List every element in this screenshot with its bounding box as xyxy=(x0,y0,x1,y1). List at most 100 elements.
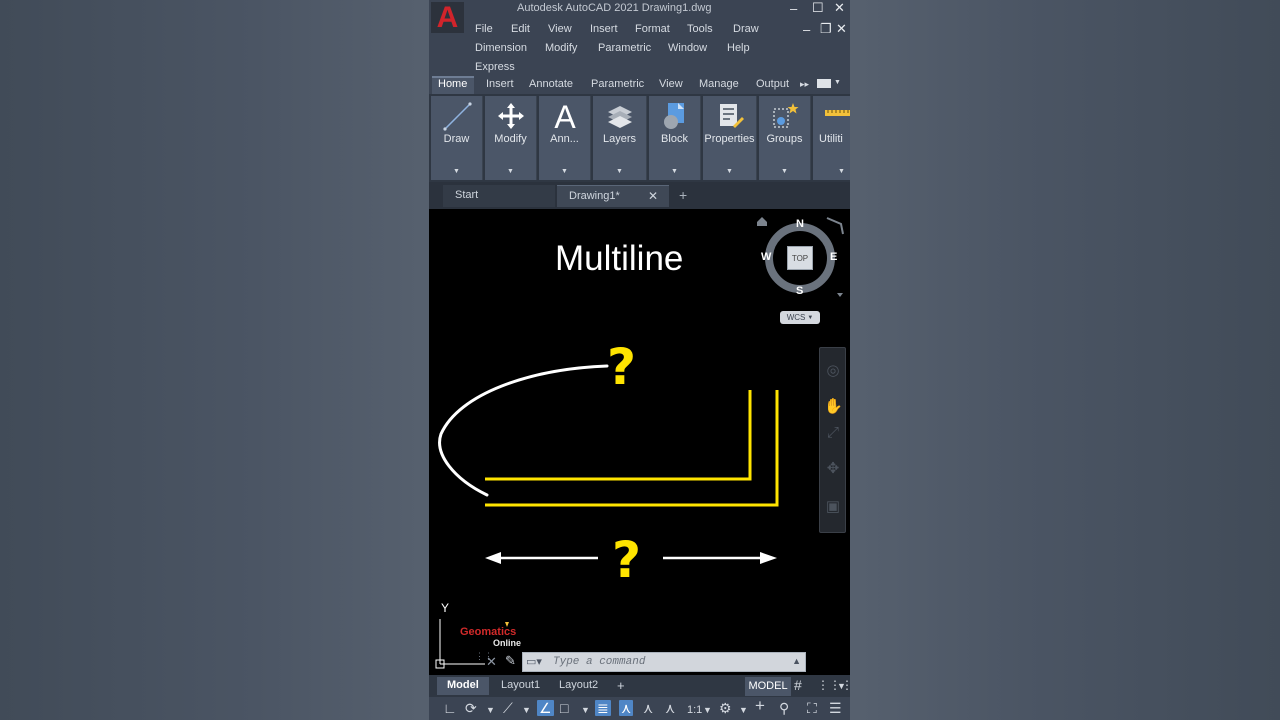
doc-close-button[interactable]: ✕ xyxy=(836,22,847,35)
autocad-logo-button[interactable]: A xyxy=(431,1,464,34)
ribbon-tab-manage[interactable]: Manage xyxy=(699,78,739,90)
menu-file[interactable]: File xyxy=(475,23,493,35)
lineweight-icon[interactable]: ≣ xyxy=(595,700,611,716)
chevron-down-icon[interactable]: ▼ xyxy=(522,702,531,718)
drawing-canvas[interactable]: Multiline ? ? N S E W TOP WCS ▼ ◎ ✋ ⤢ ✥ … xyxy=(429,209,850,675)
ribbon-panel-annotation[interactable]: A Ann... ▼ xyxy=(539,96,591,180)
zoom-extents-icon[interactable]: ⤢ xyxy=(824,424,842,442)
doc-tab-drawing1[interactable]: Drawing1* ✕ xyxy=(557,185,669,207)
command-input[interactable] xyxy=(553,654,793,670)
menu-edit[interactable]: Edit xyxy=(511,23,530,35)
minimize-button[interactable]: – xyxy=(790,2,797,15)
chevron-down-icon[interactable]: ▼ xyxy=(739,702,748,718)
ribbon-tab-home[interactable]: Home xyxy=(438,78,467,90)
compass-north[interactable]: N xyxy=(796,218,804,230)
orbit-icon[interactable]: ✥ xyxy=(824,460,842,478)
model-space-button[interactable]: MODEL xyxy=(745,677,791,696)
command-box: ▭▾ ▲ xyxy=(522,652,806,672)
menu-draw[interactable]: Draw xyxy=(733,23,759,35)
new-tab-button[interactable]: + xyxy=(679,188,687,202)
ribbon-tab-view[interactable]: View xyxy=(659,78,683,90)
wcs-menu-button[interactable]: WCS ▼ xyxy=(780,311,820,324)
viewcube-top-face[interactable]: TOP xyxy=(787,246,813,270)
chevron-down-icon[interactable]: ▼ xyxy=(837,678,846,694)
ribbon-overflow-icon[interactable]: ▸▸ xyxy=(800,79,809,90)
maximize-button[interactable]: ☐ xyxy=(812,1,824,14)
layout-tab-layout2[interactable]: Layout2 xyxy=(549,677,608,695)
status-bar: ∟ ⟳ ▼ ⟋ ▼ ∠ □ ▼ ≣ ⋏ ⋏ ⋏ 1:1 ▼ ⚙ ▼ + ⚲ ⛶ … xyxy=(429,697,850,720)
chevron-down-icon[interactable]: ▼ xyxy=(485,168,536,175)
menu-window[interactable]: Window xyxy=(668,42,707,54)
document-tab-bar: Start Drawing1* ✕ + xyxy=(429,182,850,209)
menu-dimension[interactable]: Dimension xyxy=(475,42,527,54)
chevron-down-icon[interactable]: ▼ xyxy=(759,168,810,175)
ribbon-display-toggle-icon[interactable] xyxy=(817,79,831,88)
polar-tracking-icon[interactable]: ⟳ xyxy=(465,700,477,716)
close-icon[interactable]: ✕ xyxy=(486,654,497,670)
close-button[interactable]: ✕ xyxy=(834,1,845,14)
chevron-down-icon[interactable]: ▼ xyxy=(431,168,482,175)
ribbon-panel-utilities[interactable]: Utiliti ▼ xyxy=(813,96,850,180)
menu-modify[interactable]: Modify xyxy=(545,42,577,54)
ribbon-panel-label: Properties xyxy=(704,133,755,145)
ribbon-panel-modify[interactable]: Modify ▼ xyxy=(485,96,537,180)
ortho-icon[interactable]: ∟ xyxy=(443,700,457,716)
chevron-down-icon[interactable]: ▼ xyxy=(581,702,590,718)
menu-parametric[interactable]: Parametric xyxy=(598,42,651,54)
menu-express[interactable]: Express xyxy=(475,61,515,73)
isodraft-icon[interactable]: ⟋ xyxy=(503,700,513,716)
menu-tools[interactable]: Tools xyxy=(687,23,713,35)
grid-icon[interactable]: # xyxy=(794,677,802,693)
menu-format[interactable]: Format xyxy=(635,23,670,35)
isolate-objects-icon[interactable]: ⚲ xyxy=(779,700,789,716)
ribbon-tab-insert[interactable]: Insert xyxy=(486,78,514,90)
doc-minimize-button[interactable]: – xyxy=(803,23,810,36)
close-icon[interactable]: ✕ xyxy=(648,189,658,203)
chevron-down-icon[interactable]: ▼ xyxy=(593,168,646,175)
auto-scale-icon[interactable]: ⋏ xyxy=(643,700,653,716)
compass-west[interactable]: W xyxy=(761,251,771,263)
chevron-down-icon[interactable]: ▼ xyxy=(703,702,712,718)
ribbon-panel-layers[interactable]: Layers ▼ xyxy=(593,96,647,180)
annotation-scale-value[interactable]: 1:1 xyxy=(687,702,702,718)
ribbon-tab-annotate[interactable]: Annotate xyxy=(529,78,573,90)
chevron-down-icon[interactable]: ▼ xyxy=(539,168,590,175)
showmotion-icon[interactable]: ▣ xyxy=(824,498,842,516)
chevron-down-icon[interactable]: ▼ xyxy=(486,702,495,718)
add-layout-button[interactable]: + xyxy=(607,676,635,694)
chevron-down-icon[interactable]: ▼ xyxy=(649,168,700,175)
steering-wheel-icon[interactable]: ◎ xyxy=(824,362,842,380)
ribbon-panel-block[interactable]: Block ▼ xyxy=(649,96,701,180)
pan-icon[interactable]: ✋ xyxy=(824,398,843,416)
ribbon-panel-draw[interactable]: Draw ▼ xyxy=(431,96,483,180)
object-snap-icon[interactable]: □ xyxy=(560,700,568,716)
doc-restore-button[interactable]: ❐ xyxy=(820,22,832,35)
customize-icon[interactable]: ✎ xyxy=(505,653,516,669)
ribbon-dropdown-icon[interactable]: ▼ xyxy=(834,79,841,86)
hamburger-menu-icon[interactable]: ☰ xyxy=(829,700,842,716)
object-snap-tracking-icon[interactable]: ∠ xyxy=(537,700,554,716)
ribbon-panel-properties[interactable]: Properties ▼ xyxy=(703,96,757,180)
annotation-visibility-icon[interactable]: ⋏ xyxy=(619,700,634,716)
layout-tab-layout1[interactable]: Layout1 xyxy=(491,677,550,695)
menu-help[interactable]: Help xyxy=(727,42,750,54)
command-history-icon[interactable]: ▭▾ xyxy=(526,655,542,668)
compass-south[interactable]: S xyxy=(796,285,803,297)
chevron-down-icon[interactable]: ▼ xyxy=(833,168,850,175)
fullscreen-icon[interactable]: ⛶ xyxy=(807,700,817,716)
chevron-up-icon[interactable]: ▲ xyxy=(792,656,801,666)
menu-view[interactable]: View xyxy=(548,23,572,35)
ribbon-panel-label: Groups xyxy=(766,133,803,145)
ribbon-tab-parametric[interactable]: Parametric xyxy=(591,78,644,90)
layout-tab-model[interactable]: Model xyxy=(437,677,489,695)
doc-tab-label: Drawing1* xyxy=(569,190,620,202)
ribbon-tab-output[interactable]: Output xyxy=(756,78,789,90)
annotation-scale-icon[interactable]: ⋏ xyxy=(665,700,675,716)
compass-east[interactable]: E xyxy=(830,251,837,263)
gear-icon[interactable]: ⚙ xyxy=(719,700,732,716)
menu-insert[interactable]: Insert xyxy=(590,23,618,35)
doc-tab-start[interactable]: Start xyxy=(443,185,555,207)
chevron-down-icon[interactable]: ▼ xyxy=(703,168,756,175)
ribbon-panel-groups[interactable]: Groups ▼ xyxy=(759,96,811,180)
plus-icon[interactable]: + xyxy=(755,697,765,714)
